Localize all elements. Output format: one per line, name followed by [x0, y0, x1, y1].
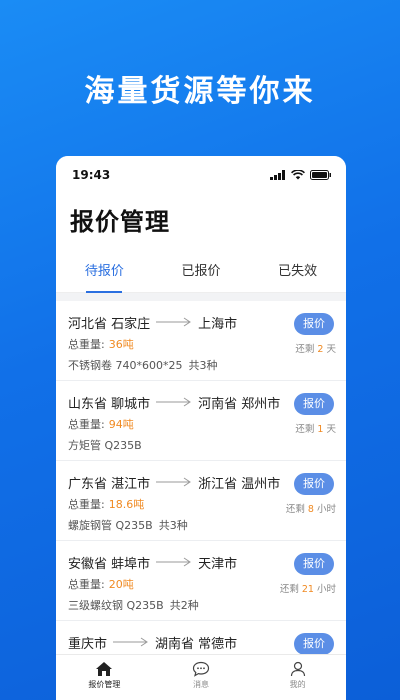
- spec-text: 螺旋钢管 Q235B: [68, 519, 153, 532]
- chat-bubble-icon: [192, 661, 210, 677]
- signal-icon: [270, 170, 285, 180]
- weight-label: 总重量:: [68, 418, 105, 431]
- arrow-right-icon: [156, 557, 192, 567]
- remain-prefix: 还剩: [279, 584, 299, 595]
- weight-value: 36吨: [108, 338, 134, 351]
- spec-row: 不锈钢卷 740*600*25 共3种: [68, 357, 334, 373]
- status-time: 19:43: [72, 168, 111, 182]
- quote-button[interactable]: 报价: [294, 633, 334, 655]
- tabbar-label: 我的: [289, 680, 306, 689]
- user-icon: [290, 661, 305, 677]
- wifi-icon: [291, 170, 305, 180]
- weight-label: 总重量:: [68, 338, 105, 351]
- remain-prefix: 还剩: [295, 424, 315, 435]
- tab-quoted[interactable]: 已报价: [153, 251, 250, 293]
- destination: 上海市: [198, 316, 238, 332]
- weight-value: 20吨: [108, 578, 134, 591]
- weight-value: 18.6吨: [108, 498, 145, 511]
- page-title: 报价管理: [70, 208, 170, 236]
- bottom-tab-bar: 报价管理 消息 我的: [56, 654, 346, 700]
- quote-button[interactable]: 报价: [294, 313, 334, 335]
- spec-count: 共3种: [188, 359, 218, 372]
- destination: 浙江省 温州市: [198, 476, 281, 492]
- remain-prefix: 还剩: [295, 344, 315, 355]
- origin: 重庆市: [68, 636, 108, 652]
- status-icons: [270, 170, 332, 180]
- destination: 湖南省 常德市: [155, 636, 238, 652]
- destination: 天津市: [198, 556, 238, 572]
- weight-label: 总重量:: [68, 578, 105, 591]
- phone-screen: 19:43 报价管理 待报价 已报价 已失效 河北省 石家庄 上海市 总重量: 3…: [56, 156, 346, 700]
- tab-pending[interactable]: 待报价: [56, 251, 153, 293]
- status-bar: 19:43: [56, 156, 346, 194]
- time-remaining: 还剩 21 小时: [280, 581, 336, 595]
- remain-number: 21: [301, 584, 314, 595]
- tabbar-item-messages[interactable]: 消息: [153, 655, 250, 700]
- weight-row: 总重量: 94吨: [68, 416, 334, 432]
- page-header: 报价管理: [56, 194, 346, 251]
- origin: 山东省 聊城市: [68, 396, 151, 412]
- destination: 河南省 郑州市: [198, 396, 281, 412]
- tabbar-item-quotes[interactable]: 报价管理: [56, 655, 153, 700]
- remain-unit: 小时: [316, 504, 336, 515]
- arrow-right-icon: [156, 317, 192, 327]
- spec-count: 共3种: [158, 519, 188, 532]
- origin: 河北省 石家庄: [68, 316, 151, 332]
- time-remaining: 还剩 2 天: [295, 341, 336, 355]
- battery-icon: [310, 170, 331, 180]
- spec-row: 三级螺纹钢 Q235B 共2种: [68, 597, 334, 613]
- home-icon: [96, 662, 113, 676]
- remain-unit: 天: [326, 344, 336, 355]
- time-remaining: 还剩 1 天: [295, 421, 336, 435]
- remain-prefix: 还剩: [285, 504, 305, 515]
- spec-text: 方矩管 Q235B: [68, 439, 142, 452]
- quote-button[interactable]: 报价: [294, 393, 334, 415]
- banner-title: 海量货源等你来: [84, 74, 316, 109]
- weight-value: 94吨: [108, 418, 134, 431]
- list-item[interactable]: 河北省 石家庄 上海市 总重量: 36吨 不锈钢卷 740*600*25 共3种 报…: [56, 301, 346, 381]
- remain-number: 2: [317, 344, 324, 355]
- tabbar-label: 报价管理: [88, 680, 121, 689]
- list-item[interactable]: 广东省 湛江市 浙江省 温州市 总重量: 18.6吨 螺旋钢管 Q235B 共3种 …: [56, 461, 346, 541]
- origin: 安徽省 蚌埠市: [68, 556, 151, 572]
- weight-label: 总重量:: [68, 498, 105, 511]
- arrow-right-icon: [113, 637, 148, 647]
- weight-row: 总重量: 36吨: [68, 336, 334, 352]
- quote-list: 河北省 石家庄 上海市 总重量: 36吨 不锈钢卷 740*600*25 共3种 报…: [56, 301, 346, 700]
- tabbar-label: 消息: [193, 680, 209, 689]
- time-remaining: 还剩 8 小时: [286, 501, 336, 515]
- remain-number: 8: [307, 504, 314, 515]
- spec-text: 不锈钢卷 740*600*25: [68, 359, 183, 372]
- tab-expired[interactable]: 已失效: [249, 251, 346, 293]
- remain-unit: 天: [326, 424, 336, 435]
- spec-count: 共2种: [169, 599, 199, 612]
- spec-text: 三级螺纹钢 Q235B: [68, 599, 164, 612]
- spec-row: 方矩管 Q235B: [68, 437, 334, 453]
- quote-button[interactable]: 报价: [294, 473, 334, 495]
- origin: 广东省 湛江市: [68, 476, 151, 492]
- tab-bar: 待报价 已报价 已失效: [56, 251, 346, 293]
- remain-unit: 小时: [316, 584, 336, 595]
- tabbar-item-profile[interactable]: 我的: [249, 655, 346, 700]
- quote-button[interactable]: 报价: [294, 553, 334, 575]
- remain-number: 1: [317, 424, 324, 435]
- arrow-right-icon: [156, 397, 192, 407]
- arrow-right-icon: [156, 477, 192, 487]
- list-item[interactable]: 山东省 聊城市 河南省 郑州市 总重量: 94吨 方矩管 Q235B 报价 还剩 …: [56, 381, 346, 461]
- spec-row: 螺旋钢管 Q235B 共3种: [68, 517, 334, 533]
- list-item[interactable]: 安徽省 蚌埠市 天津市 总重量: 20吨 三级螺纹钢 Q235B 共2种 报价 还剩…: [56, 541, 346, 621]
